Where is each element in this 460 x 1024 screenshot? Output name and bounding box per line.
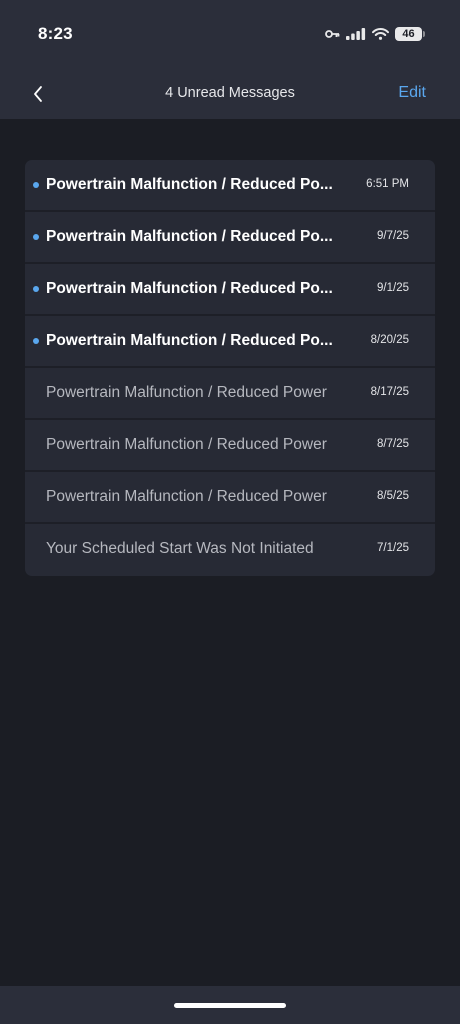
- message-subject: Powertrain Malfunction / Reduced Power: [46, 436, 327, 453]
- message-subject: Powertrain Malfunction / Reduced Po...: [46, 332, 333, 349]
- message-row[interactable]: Powertrain Malfunction / Reduced Power 8…: [25, 420, 435, 472]
- message-date: 8/7/25: [377, 438, 409, 450]
- signal-icon: [346, 28, 366, 40]
- edit-button[interactable]: Edit: [398, 84, 426, 102]
- message-subject: Your Scheduled Start Was Not Initiated: [46, 540, 314, 557]
- home-bar-area: [0, 986, 460, 1024]
- unread-dot-icon: [33, 338, 39, 344]
- message-date: 8/5/25: [377, 490, 409, 502]
- message-date: 9/7/25: [377, 230, 409, 242]
- message-row[interactable]: Powertrain Malfunction / Reduced Po... 8…: [25, 316, 435, 368]
- battery-icon: 46: [395, 27, 425, 41]
- message-date: 6:51 PM: [366, 178, 409, 190]
- message-subject: Powertrain Malfunction / Reduced Po...: [46, 176, 333, 193]
- unread-dot-icon: [33, 234, 39, 240]
- message-row[interactable]: Powertrain Malfunction / Reduced Power 8…: [25, 472, 435, 524]
- message-date: 9/1/25: [377, 282, 409, 294]
- message-subject: Powertrain Malfunction / Reduced Po...: [46, 280, 333, 297]
- key-icon: [325, 29, 340, 39]
- messages-screen: 8:23 46 4 Unread Messages Edit Powertrai…: [0, 0, 460, 1024]
- message-row[interactable]: Powertrain Malfunction / Reduced Po... 9…: [25, 264, 435, 316]
- unread-dot-icon: [33, 286, 39, 292]
- status-icons: 46: [325, 25, 425, 43]
- message-row[interactable]: Your Scheduled Start Was Not Initiated 7…: [25, 524, 435, 576]
- message-date: 8/17/25: [370, 386, 409, 398]
- unread-dot-icon: [33, 182, 39, 188]
- header: 8:23 46 4 Unread Messages Edit: [0, 0, 460, 119]
- page-title: 4 Unread Messages: [165, 85, 295, 101]
- nav-bar: 4 Unread Messages Edit: [0, 74, 460, 114]
- message-subject: Powertrain Malfunction / Reduced Power: [46, 488, 327, 505]
- message-row[interactable]: Powertrain Malfunction / Reduced Po... 9…: [25, 212, 435, 264]
- wifi-icon: [372, 28, 389, 40]
- message-subject: Powertrain Malfunction / Reduced Po...: [46, 228, 333, 245]
- home-indicator[interactable]: [174, 1003, 286, 1008]
- message-date: 8/20/25: [370, 334, 409, 346]
- message-date: 7/1/25: [377, 542, 409, 554]
- message-list: Powertrain Malfunction / Reduced Po... 6…: [25, 160, 435, 576]
- message-row[interactable]: Powertrain Malfunction / Reduced Po... 6…: [25, 160, 435, 212]
- message-subject: Powertrain Malfunction / Reduced Power: [46, 384, 327, 401]
- message-row[interactable]: Powertrain Malfunction / Reduced Power 8…: [25, 368, 435, 420]
- status-time: 8:23: [38, 24, 73, 43]
